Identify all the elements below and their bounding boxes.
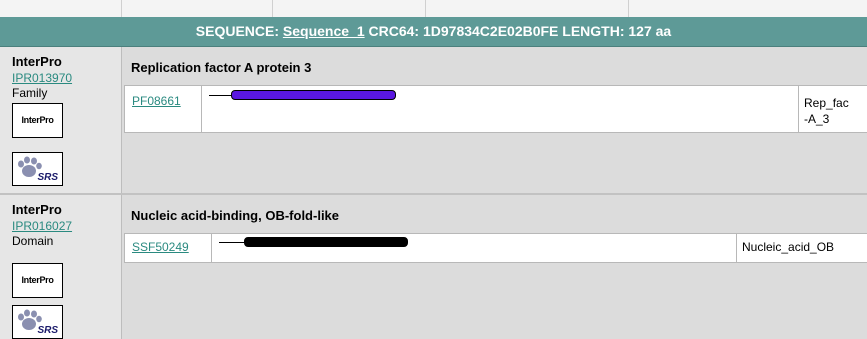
- sequence-baseline: [209, 95, 231, 96]
- match-name-line1: Nucleic_acid_OB: [742, 240, 835, 254]
- match-accession-link[interactable]: PF08661: [132, 94, 181, 108]
- length-value: 127 aa: [628, 23, 672, 39]
- match-row: PF08661 Rep_fac -A_3: [124, 85, 867, 133]
- match-bar[interactable]: [231, 90, 396, 100]
- sequence-header: SEQUENCE: Sequence_1 CRC64: 1D97834C2E02…: [0, 17, 867, 47]
- sequence-prefix: SEQUENCE:: [195, 23, 279, 39]
- match-accession-cell: PF08661: [125, 86, 202, 132]
- interpro-logo-button[interactable]: InterPro: [12, 263, 63, 298]
- match-accession-cell: SSF50249: [125, 234, 212, 262]
- crc-label: CRC64:: [368, 23, 420, 39]
- entry-detail-panel: Replication factor A protein 3 PF08661 R…: [122, 47, 867, 193]
- crc-value: 1D97834C2E02B0FE: [422, 23, 559, 39]
- entry-db-label: InterPro: [12, 54, 62, 69]
- srs-logo-button[interactable]: SRS: [12, 305, 63, 339]
- match-name-cell: Rep_fac -A_3: [798, 86, 867, 132]
- match-name-line1: Rep_fac: [804, 96, 849, 110]
- entry-type-label: Family: [12, 86, 48, 100]
- sequence-baseline: [219, 242, 244, 243]
- srs-logo-button[interactable]: SRS: [12, 152, 63, 186]
- sequence-link[interactable]: Sequence_1: [283, 23, 365, 39]
- length-label: LENGTH:: [562, 23, 625, 39]
- entry-db-label: InterPro: [12, 202, 62, 217]
- entry-accession-link[interactable]: IPR016027: [12, 219, 72, 233]
- entry-info-panel: InterPro IPR013970 Family InterPro SRS: [0, 47, 122, 193]
- match-name-cell: Nucleic_acid_OB: [736, 234, 867, 262]
- match-row: SSF50249 Nucleic_acid_OB: [124, 233, 867, 263]
- entry-title: Nucleic acid-binding, OB-fold-like: [131, 208, 340, 223]
- entry-accession-link[interactable]: IPR013970: [12, 71, 72, 85]
- match-bar[interactable]: [244, 237, 408, 247]
- srs-logo-text: SRS: [37, 172, 58, 183]
- entry-title: Replication factor A protein 3: [131, 60, 312, 75]
- entry-type-label: Domain: [12, 234, 54, 248]
- entry-info-panel: InterPro IPR016027 Domain InterPro SRS: [0, 195, 122, 339]
- top-strip: [0, 0, 867, 18]
- srs-logo-text: SRS: [37, 325, 58, 336]
- interpro-logo-button[interactable]: InterPro: [12, 103, 63, 138]
- entry-detail-panel: Nucleic acid-binding, OB-fold-like SSF50…: [122, 195, 867, 339]
- match-accession-link[interactable]: SSF50249: [132, 240, 189, 254]
- match-name-line2: -A_3: [804, 112, 830, 126]
